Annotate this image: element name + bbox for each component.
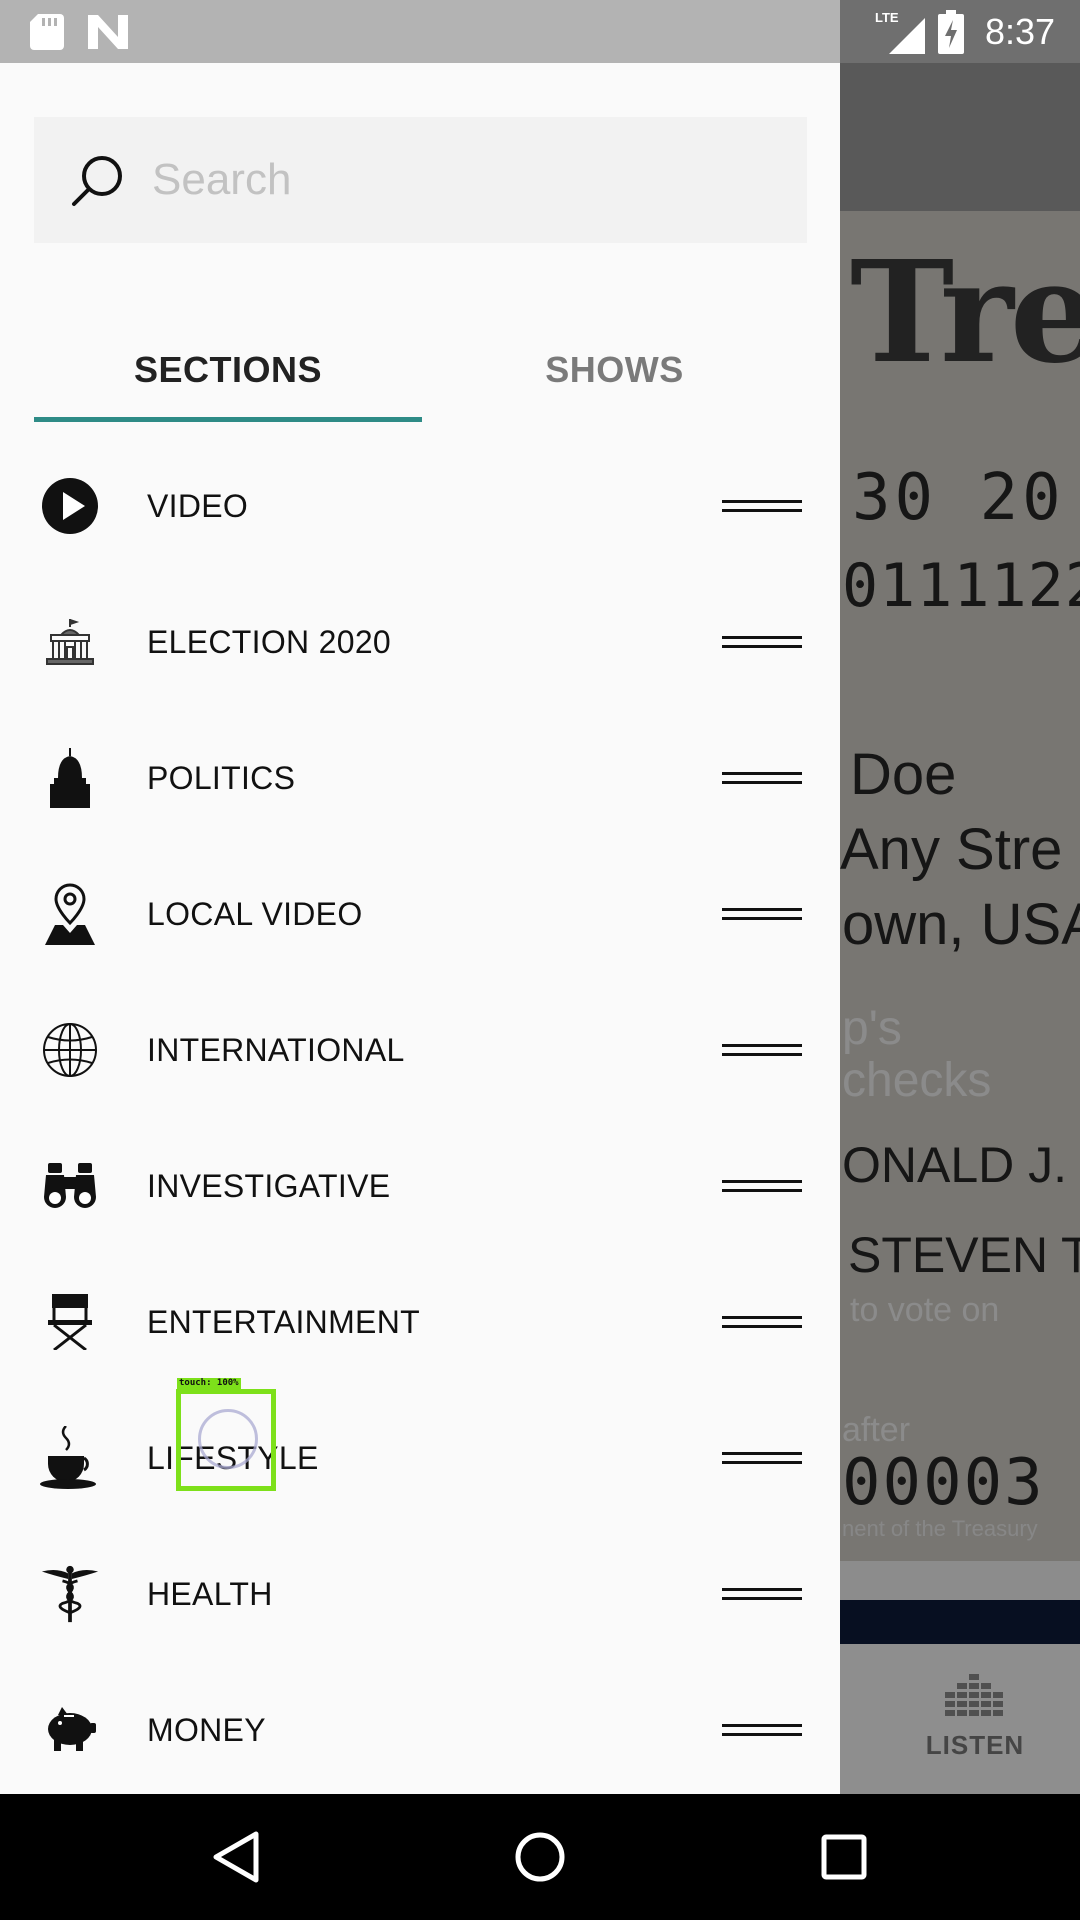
globe-icon (40, 1020, 100, 1080)
section-item-money[interactable]: MONEY (0, 1662, 840, 1794)
drag-handle-icon[interactable] (722, 768, 802, 788)
drag-handle-icon[interactable] (722, 632, 802, 652)
touch-indicator-box (176, 1389, 276, 1491)
recents-button[interactable] (784, 1794, 904, 1920)
section-list: VIDEO ELECTION 2020 POLITICS LOCAL VIDEO… (0, 438, 840, 1794)
drag-handle-icon[interactable] (722, 496, 802, 516)
status-time: 8:37 (985, 11, 1056, 52)
caduceus-icon (40, 1564, 100, 1624)
search-box[interactable] (34, 117, 807, 243)
section-label: POLITICS (147, 760, 296, 796)
drag-handle-icon[interactable] (722, 904, 802, 924)
active-tab-indicator (34, 417, 422, 422)
sd-card-icon (30, 0, 64, 63)
map-pin-icon (40, 883, 100, 945)
lte-signal-icon: LTE (875, 0, 933, 63)
navigation-drawer: SECTIONS SHOWS VIDEO (0, 63, 840, 1794)
section-item-lifestyle[interactable]: LIFESTYLE (0, 1390, 840, 1526)
section-item-international[interactable]: INTERNATIONAL (0, 982, 840, 1118)
home-icon (515, 1832, 565, 1882)
home-button[interactable] (480, 1794, 600, 1920)
section-item-local-video[interactable]: LOCAL VIDEO (0, 846, 840, 982)
drag-handle-icon[interactable] (722, 1448, 802, 1468)
drag-handle-icon[interactable] (722, 1584, 802, 1604)
search-icon (72, 156, 122, 206)
section-item-health[interactable]: HEALTH (0, 1526, 840, 1662)
section-label: LOCAL VIDEO (147, 896, 363, 932)
drag-handle-icon[interactable] (722, 1176, 802, 1196)
capitol-dome-icon (40, 748, 100, 808)
touch-indicator-label: touch: 100% (177, 1378, 241, 1389)
section-label: HEALTH (147, 1576, 273, 1612)
section-item-video[interactable]: VIDEO (0, 438, 840, 574)
section-item-investigative[interactable]: INVESTIGATIVE (0, 1118, 840, 1254)
back-icon (213, 1831, 259, 1883)
section-item-election-2020[interactable]: ELECTION 2020 (0, 574, 840, 710)
section-label: INVESTIGATIVE (147, 1168, 391, 1204)
back-button[interactable] (176, 1794, 296, 1920)
drag-handle-icon[interactable] (722, 1040, 802, 1060)
status-bar: LTE 8:37 (0, 0, 1080, 63)
section-label: VIDEO (147, 488, 249, 524)
section-label: INTERNATIONAL (147, 1032, 405, 1068)
section-item-politics[interactable]: POLITICS (0, 710, 840, 846)
system-navigation-bar (0, 1794, 1080, 1920)
n-notification-icon (88, 0, 128, 63)
play-circle-icon (40, 476, 100, 536)
section-item-entertainment[interactable]: ENTERTAINMENT (0, 1254, 840, 1390)
section-label: MONEY (147, 1712, 266, 1748)
tab-sections[interactable]: SECTIONS (34, 315, 422, 425)
search-input[interactable] (152, 155, 752, 205)
network-type-label: LTE (875, 10, 899, 25)
piggy-bank-icon (40, 1700, 100, 1760)
battery-charging-icon (938, 0, 964, 63)
section-label: ENTERTAINMENT (147, 1304, 420, 1340)
drag-handle-icon[interactable] (722, 1720, 802, 1740)
section-tabs: SECTIONS SHOWS (34, 315, 807, 425)
touch-point (198, 1409, 258, 1469)
coffee-cup-icon (40, 1426, 100, 1489)
binoculars-icon (40, 1156, 100, 1216)
section-label: ELECTION 2020 (147, 624, 392, 660)
capitol-building-icon (40, 612, 100, 672)
tab-shows[interactable]: SHOWS (422, 315, 807, 425)
directors-chair-icon (40, 1292, 100, 1352)
recents-icon (821, 1834, 867, 1880)
drag-handle-icon[interactable] (722, 1312, 802, 1332)
